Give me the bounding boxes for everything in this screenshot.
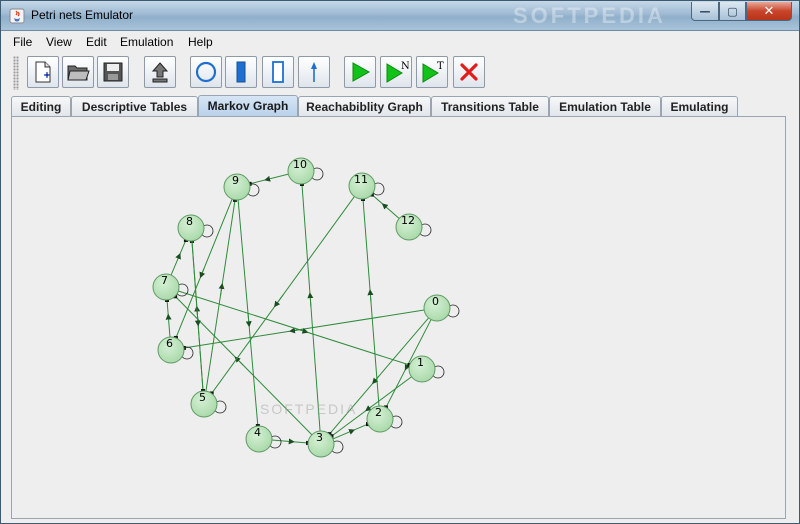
state-label-8: 8: [186, 215, 193, 228]
tab-transitions-table[interactable]: Transitions Table: [431, 96, 549, 116]
state-label-10: 10: [293, 158, 307, 171]
menu-edit[interactable]: Edit: [86, 35, 107, 49]
edge-arrow-3-10: [307, 292, 314, 308]
tab-emulation-table[interactable]: Emulation Table: [549, 96, 661, 116]
edge-arrow-3-7: [234, 356, 244, 366]
canvas-watermark: SOFTPEDIA: [260, 401, 358, 417]
state-label-5: 5: [199, 391, 206, 404]
markov-graph-canvas[interactable]: 0 1 2 3 4 5 6 7 8 9 10 11 12 SOFTPEDIA: [11, 116, 786, 519]
save-disk-icon: [103, 62, 123, 82]
empty-transition-tool-button[interactable]: [262, 56, 294, 88]
run-n-steps-button[interactable]: N: [380, 56, 412, 88]
transition-tool-button[interactable]: [225, 56, 257, 88]
place-circle-icon: [195, 61, 217, 83]
java-cup-icon: [9, 8, 25, 24]
menu-file[interactable]: File: [13, 35, 32, 49]
minimize-button[interactable]: —: [691, 2, 719, 21]
markov-graph: 0123456789101112: [152, 157, 460, 458]
play-n-icon: N: [386, 61, 409, 83]
arc-arrow-icon: [311, 62, 317, 82]
window-title: Petri nets Emulator: [31, 8, 134, 22]
edge-arrow-3-2: [348, 429, 356, 435]
save-button[interactable]: [97, 56, 129, 88]
edge-arrow-5-9: [218, 282, 225, 296]
export-button[interactable]: [144, 56, 176, 88]
title-watermark: SOFTPEDIA: [513, 3, 666, 28]
state-label-3: 3: [316, 431, 323, 444]
new-button[interactable]: [27, 56, 59, 88]
play-icon: [352, 62, 371, 82]
transition-filled-icon: [236, 61, 246, 83]
edge-arrow-2-11: [367, 289, 374, 303]
tab-descriptive-tables[interactable]: Descriptive Tables: [71, 96, 198, 116]
close-button[interactable]: ✕: [746, 2, 792, 21]
play-t-icon: T: [422, 61, 444, 83]
menu-help[interactable]: Help: [188, 35, 213, 49]
transition-empty-icon: [272, 61, 284, 83]
stop-button[interactable]: [453, 56, 485, 88]
edge-arrow-9-6: [199, 268, 206, 279]
state-label-6: 6: [166, 337, 173, 350]
menu-bar: File View Edit Emulation Help: [1, 32, 799, 52]
tab-reachability-graph[interactable]: Reachabiblity Graph: [298, 96, 431, 116]
state-label-12: 12: [401, 214, 415, 227]
edge-arrow-9-4: [245, 312, 252, 328]
state-label-1: 1: [417, 356, 424, 369]
edge-arrow-11-5: [274, 294, 284, 308]
edge-arrow-7-8: [175, 252, 181, 260]
toolbar: N T: [1, 52, 799, 94]
stop-x-icon: [460, 63, 478, 81]
place-tool-button[interactable]: [190, 56, 222, 88]
tab-emulating[interactable]: Emulating: [661, 96, 738, 116]
menu-emulation[interactable]: Emulation: [120, 35, 173, 49]
run-button[interactable]: [344, 56, 376, 88]
svg-text:T: T: [437, 61, 444, 72]
state-label-4: 4: [254, 426, 261, 439]
arc-tool-button[interactable]: [298, 56, 330, 88]
menu-view[interactable]: View: [46, 35, 72, 49]
svg-text:N: N: [401, 61, 409, 72]
maximize-button[interactable]: ▢: [719, 2, 746, 21]
run-timed-button[interactable]: T: [416, 56, 448, 88]
new-file-icon: [35, 61, 51, 83]
open-button[interactable]: [62, 56, 94, 88]
export-upload-icon: [151, 62, 169, 83]
tab-editing[interactable]: Editing: [11, 96, 71, 116]
edge-arrow-12-11: [381, 203, 389, 210]
edge-arrow-8-5: [194, 315, 201, 327]
state-label-9: 9: [232, 174, 239, 187]
edge-arrow-1-3: [365, 405, 372, 412]
state-label-7: 7: [161, 274, 168, 287]
title-bar[interactable]: Petri nets Emulator SOFTPEDIA — ▢ ✕: [1, 1, 799, 31]
app-window: Petri nets Emulator SOFTPEDIA — ▢ ✕ File…: [0, 0, 800, 524]
state-label-2: 2: [375, 406, 382, 419]
state-label-0: 0: [432, 295, 439, 308]
tab-markov-graph[interactable]: Markov Graph: [198, 95, 298, 116]
toolbar-grip[interactable]: [13, 56, 19, 90]
open-folder-icon: [67, 65, 90, 81]
state-label-11: 11: [354, 173, 368, 186]
